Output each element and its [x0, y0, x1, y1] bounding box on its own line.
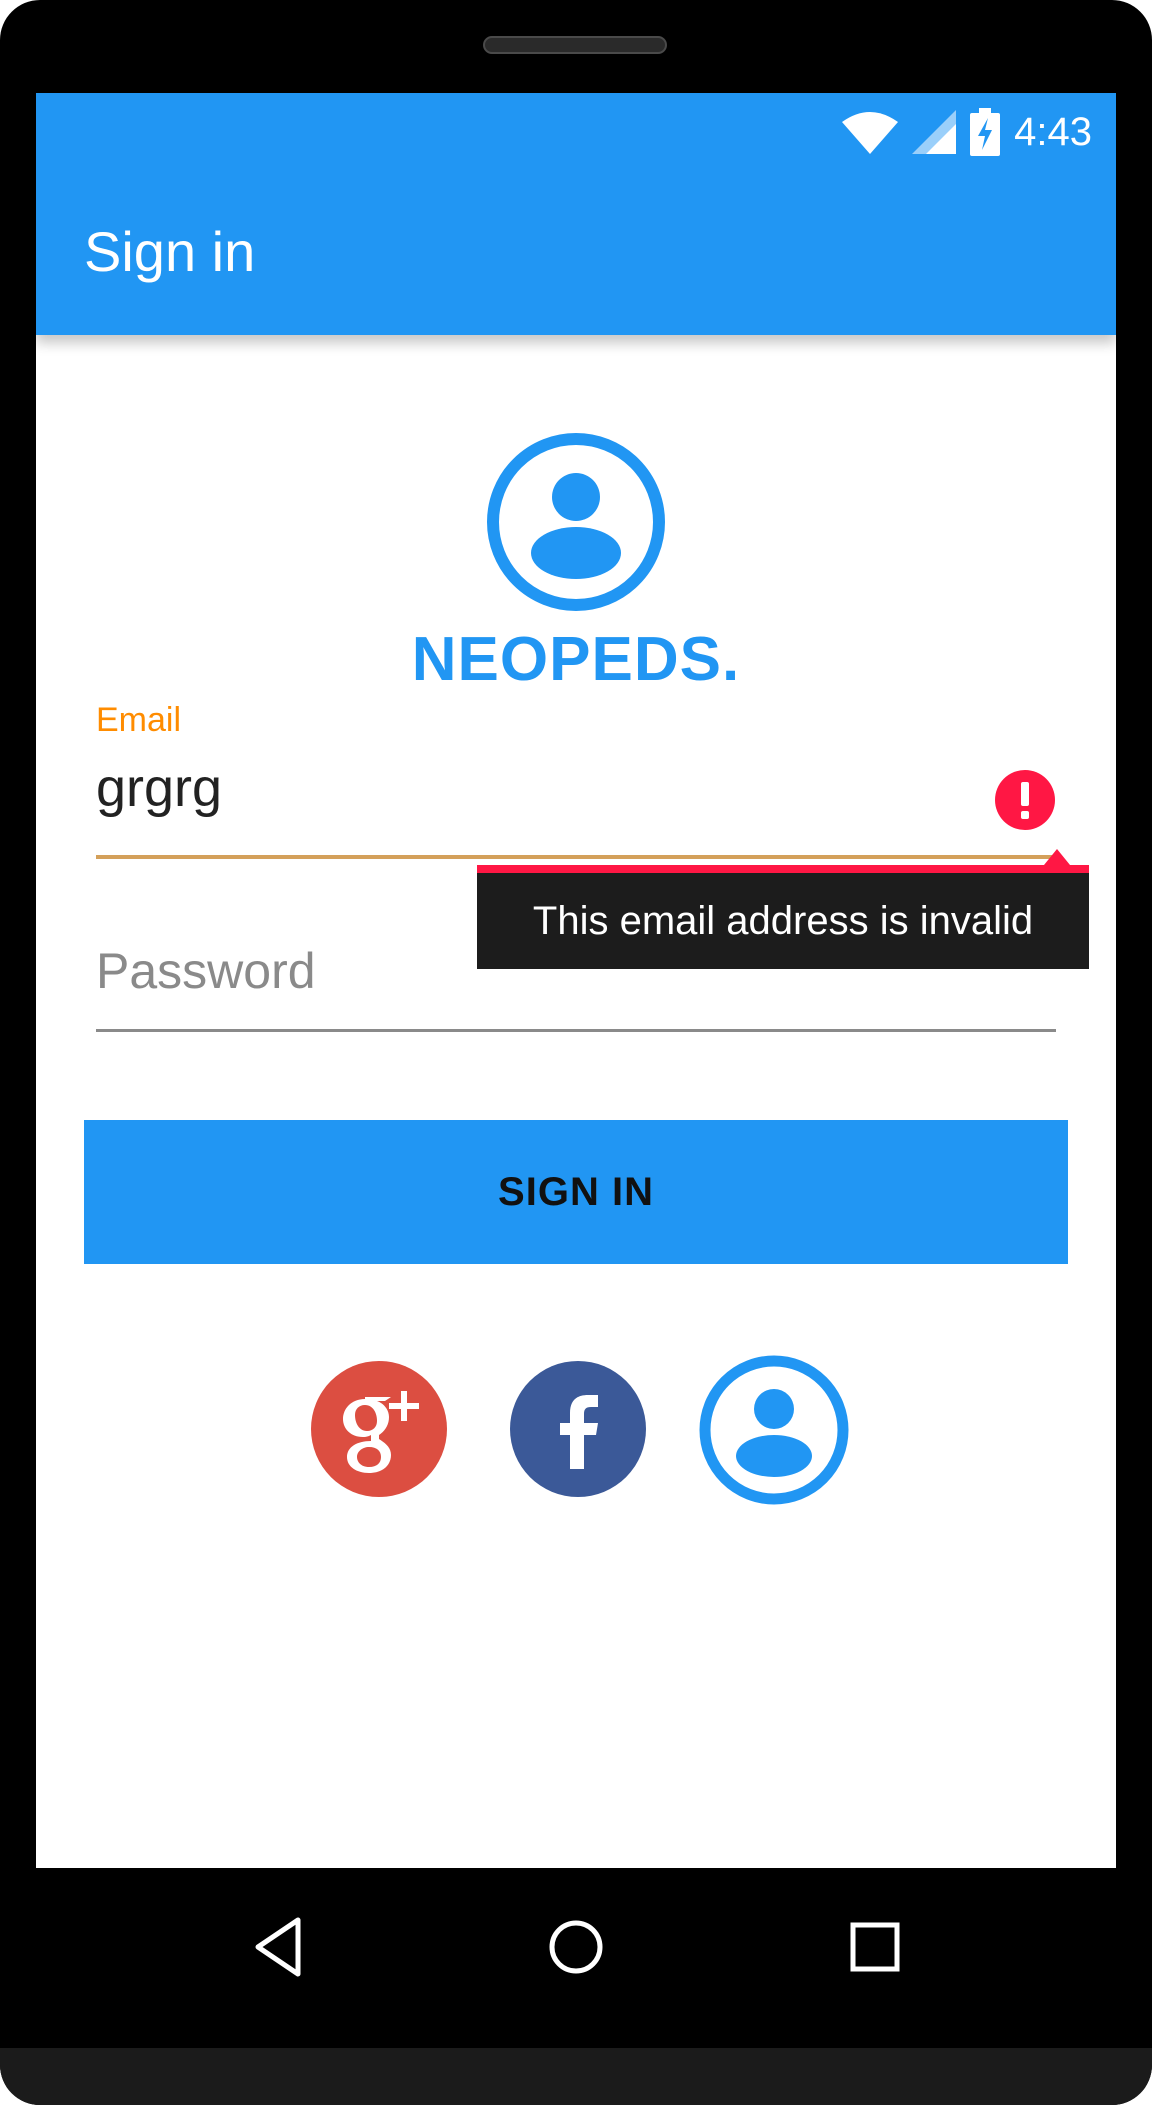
google-plus-icon[interactable]	[311, 1361, 447, 1497]
email-field[interactable]	[96, 748, 996, 828]
tooltip-arrow	[1044, 849, 1070, 865]
status-time: 4:43	[1014, 109, 1092, 154]
recent-apps-icon[interactable]	[840, 1912, 910, 1982]
password-field[interactable]	[96, 931, 656, 1011]
screen: 4:43 Sign in NEOPEDS. Email This email a…	[36, 93, 1116, 1868]
email-label: Email	[96, 701, 182, 739]
logo	[36, 431, 1116, 617]
wifi-icon	[842, 112, 899, 154]
brand-name: NEOPEDS.	[411, 625, 741, 694]
home-icon[interactable]	[541, 1912, 611, 1982]
facebook-icon[interactable]	[510, 1361, 646, 1497]
error-icon	[995, 770, 1055, 830]
speaker-grille	[483, 36, 667, 54]
status-bar: 4:43	[842, 103, 1092, 161]
account-login-icon[interactable]	[698, 1354, 850, 1506]
account-circle-icon	[487, 433, 665, 611]
navigation-bar	[36, 1868, 1116, 2048]
signal-icon	[912, 110, 957, 154]
bottom-bezel	[0, 2048, 1152, 2105]
page-title: Sign in	[84, 220, 256, 283]
email-underline	[96, 855, 1056, 859]
battery-charging-icon	[970, 108, 1001, 156]
sign-in-button[interactable]: SIGN IN	[84, 1120, 1068, 1264]
device-frame: 4:43 Sign in NEOPEDS. Email This email a…	[0, 0, 1152, 2105]
back-icon[interactable]	[246, 1912, 316, 1982]
app-bar: 4:43 Sign in	[36, 93, 1116, 335]
password-underline	[96, 1029, 1056, 1032]
